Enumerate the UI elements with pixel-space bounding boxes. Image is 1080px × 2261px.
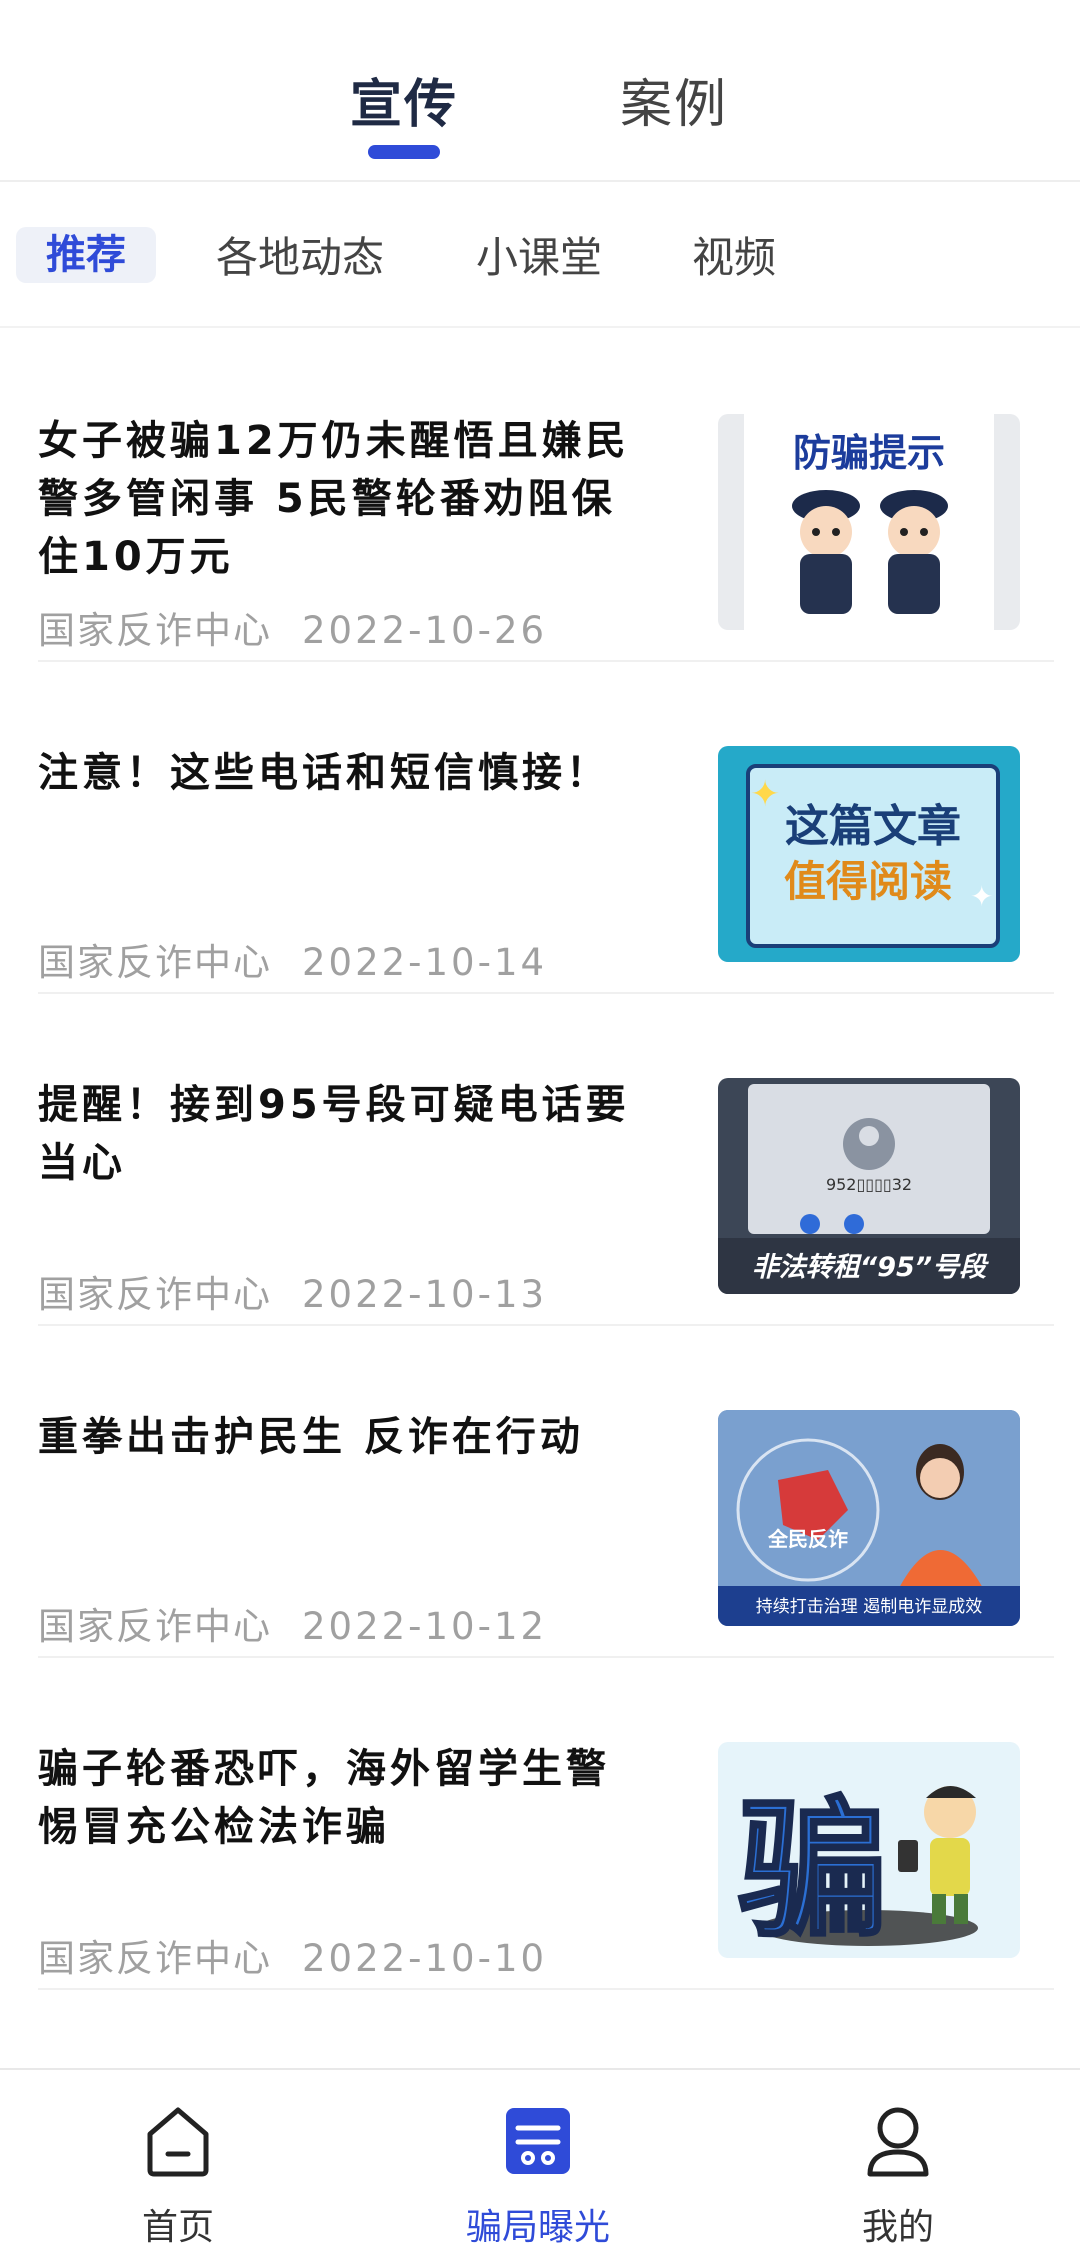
home-icon	[147, 2107, 209, 2177]
article-date: 2022-10-14	[302, 941, 548, 984]
article-thumbnail: ✦ ✦ 这篇文章 值得阅读	[718, 746, 1020, 962]
expose-icon	[506, 2108, 570, 2174]
article-item[interactable]: 提醒！接到95号段可疑电话要当心 国家反诈中心 2022-10-13 952▯▯▯…	[38, 994, 1054, 1326]
bottom-navigation: 首页 骗局曝光 我的	[0, 2068, 1080, 2261]
scam-character: 骗	[738, 1784, 888, 1958]
caller-number: 952▯▯▯▯32	[826, 1175, 912, 1194]
nav-mine-label: 我的	[861, 2207, 934, 2248]
article-thumbnail: 952▯▯▯▯32 非法转租“95”号段	[718, 1078, 1020, 1294]
article-meta: 国家反诈中心 2022-10-13	[38, 1264, 547, 1318]
article-title: 提醒！接到95号段可疑电话要当心	[38, 1082, 630, 1186]
police-cartoon-image: 防骗提示	[744, 414, 994, 630]
thumb-caption: 非法转租“95”号段	[752, 1252, 989, 1283]
svg-text:✦: ✦	[970, 880, 993, 913]
thumb-badge: 全民反诈	[767, 1527, 848, 1551]
article-source: 国家反诈中心	[38, 1273, 272, 1316]
article-title: 重拳出击护民生 反诈在行动	[38, 1414, 584, 1460]
nav-home-label: 首页	[141, 2207, 214, 2248]
thumb-ticker: 持续打击治理 遏制电诈显成效	[756, 1597, 982, 1617]
subtab-local-news[interactable]: 各地动态	[216, 224, 384, 285]
article-date: 2022-10-13	[302, 1273, 548, 1316]
nav-scam-exposure[interactable]: 骗局曝光	[418, 2070, 658, 2261]
nav-scam-exposure-label: 骗局曝光	[465, 2207, 610, 2248]
article-title: 注意！这些电话和短信慎接！	[38, 750, 610, 796]
article-thumbnail: 防骗提示	[718, 414, 1020, 630]
phone-call-image: 952▯▯▯▯32 非法转租“95”号段	[718, 1084, 1020, 1294]
read-article-image: ✦ ✦ 这篇文章 值得阅读	[746, 764, 1000, 948]
article-source: 国家反诈中心	[38, 609, 272, 652]
article-date: 2022-10-26	[302, 609, 548, 652]
subtab-classroom[interactable]: 小课堂	[476, 224, 602, 285]
article-item[interactable]: 女子被骗12万仍未醒悟且嫌民警多管闲事 5民警轮番劝阻保住10万元 国家反诈中心…	[38, 330, 1054, 662]
article-title: 骗子轮番恐吓，海外留学生警惕冒充公检法诈骗	[38, 1746, 610, 1850]
user-icon	[867, 2107, 929, 2177]
article-thumbnail: 全民反诈 持续打击治理 遏制电诈显成效	[718, 1410, 1020, 1626]
category-tab-bar: 推荐 各地动态 小课堂 视频	[0, 182, 1080, 328]
article-item[interactable]: 注意！这些电话和短信慎接！ 国家反诈中心 2022-10-14 ✦ ✦ 这篇文章 …	[38, 662, 1054, 994]
article-meta: 国家反诈中心 2022-10-14	[38, 932, 547, 986]
scam-cartoon-image: 骗	[737, 1783, 978, 1958]
nav-home[interactable]: 首页	[58, 2070, 298, 2261]
thumb-heading-2: 值得阅读	[784, 857, 952, 906]
news-broadcast-image: 全民反诈 持续打击治理 遏制电诈显成效	[718, 1410, 1020, 1626]
article-title: 女子被骗12万仍未醒悟且嫌民警多管闲事 5民警轮番劝阻保住10万元	[38, 418, 630, 580]
svg-text:✦: ✦	[750, 774, 780, 815]
nav-mine[interactable]: 我的	[778, 2070, 1018, 2261]
article-source: 国家反诈中心	[38, 1605, 272, 1648]
active-tab-indicator	[368, 145, 440, 159]
article-thumbnail: 骗	[718, 1742, 1020, 1958]
subtab-video[interactable]: 视频	[692, 224, 776, 285]
article-source: 国家反诈中心	[38, 1937, 272, 1980]
article-item[interactable]: 重拳出击护民生 反诈在行动 国家反诈中心 2022-10-12 全民反诈 持续打击…	[38, 1326, 1054, 1658]
article-meta: 国家反诈中心 2022-10-26	[38, 600, 547, 654]
article-source: 国家反诈中心	[38, 941, 272, 984]
thumb-heading-1: 这篇文章	[785, 801, 961, 852]
article-meta: 国家反诈中心 2022-10-12	[38, 1596, 547, 1650]
tab-publicity[interactable]: 宣传	[350, 62, 458, 137]
article-item[interactable]: 骗子轮番恐吓，海外留学生警惕冒充公检法诈骗 国家反诈中心 2022-10-10 骗	[38, 1658, 1054, 1990]
top-tab-bar: 宣传 案例	[0, 0, 1080, 182]
tab-cases[interactable]: 案例	[620, 62, 728, 137]
article-meta: 国家反诈中心 2022-10-10	[38, 1928, 547, 1982]
article-date: 2022-10-10	[302, 1937, 548, 1980]
thumb-heading: 防骗提示	[793, 431, 945, 475]
article-date: 2022-10-12	[302, 1605, 548, 1648]
subtab-recommended[interactable]: 推荐	[16, 227, 156, 283]
